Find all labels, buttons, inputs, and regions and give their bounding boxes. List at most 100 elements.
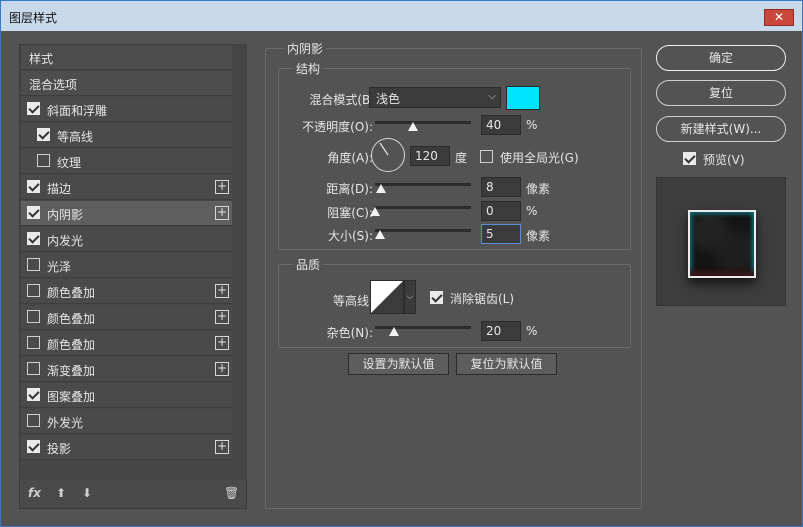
blend-mode-label: 混合模式(B):	[309, 93, 379, 107]
fx-icon[interactable]: fx	[28, 486, 41, 500]
style-list-item[interactable]: 颜色叠加 +	[21, 279, 233, 304]
style-list-item[interactable]: 描边 +	[21, 175, 233, 200]
structure-group: 结构 混合模式(B): 浅色 ⌵ 不透明度(O): 40 % 角度(A): 12…	[278, 60, 631, 250]
add-effect-icon[interactable]: +	[215, 284, 229, 298]
size-slider[interactable]	[375, 229, 471, 232]
effect-checkbox[interactable]	[37, 128, 50, 141]
style-list-item-label: 纹理	[57, 156, 82, 170]
move-down-icon[interactable]: ⬇	[82, 486, 92, 500]
reset-button[interactable]: 复位	[656, 80, 786, 106]
noise-slider-thumb[interactable]	[389, 327, 399, 336]
choke-unit: %	[526, 204, 538, 218]
angle-input[interactable]: 120	[410, 146, 450, 166]
style-list-item[interactable]: 等高线	[21, 123, 233, 148]
opacity-label: 不透明度(O):	[302, 120, 373, 134]
style-list-item-label: 描边	[47, 182, 72, 196]
opacity-unit: %	[526, 118, 538, 132]
anti-alias-checkbox[interactable]	[430, 291, 443, 304]
choke-label: 阻塞(C):	[327, 206, 373, 220]
trash-icon[interactable]: 🗑	[224, 486, 239, 500]
add-effect-icon[interactable]: +	[215, 206, 229, 220]
size-input[interactable]: 5	[481, 224, 521, 244]
close-button[interactable]: ✕	[764, 9, 794, 26]
add-effect-icon[interactable]: +	[215, 310, 229, 324]
style-list-item-label: 内阴影	[47, 208, 84, 222]
choke-slider[interactable]	[375, 206, 471, 209]
blend-mode-select[interactable]: 浅色 ⌵	[369, 87, 501, 108]
size-unit: 像素	[526, 229, 551, 243]
new-style-button[interactable]: 新建样式(W)...	[656, 116, 786, 142]
distance-input[interactable]: 8	[481, 177, 521, 197]
effect-checkbox[interactable]	[27, 440, 40, 453]
effect-checkbox[interactable]	[27, 414, 40, 427]
effect-checkbox[interactable]	[27, 258, 40, 271]
style-list-item[interactable]: 外发光	[21, 409, 233, 434]
styles-list-scrollbar[interactable]	[232, 44, 247, 480]
style-list-item-label: 颜色叠加	[47, 286, 96, 300]
global-light-checkbox[interactable]	[480, 150, 493, 163]
style-list-item[interactable]: 样式	[21, 45, 233, 70]
distance-label: 距离(D):	[326, 182, 373, 196]
angle-dial[interactable]	[371, 138, 405, 172]
structure-title: 结构	[293, 60, 324, 77]
style-list-item-label: 光泽	[47, 260, 72, 274]
style-list-item[interactable]: 颜色叠加 +	[21, 305, 233, 330]
style-list-item[interactable]: 内阴影 +	[21, 201, 233, 226]
style-list-item[interactable]: 纹理	[21, 149, 233, 174]
add-effect-icon[interactable]: +	[215, 180, 229, 194]
size-label: 大小(S):	[327, 229, 373, 243]
angle-unit: 度	[455, 151, 468, 165]
global-light-label: 使用全局光(G)	[500, 151, 579, 165]
contour-preview[interactable]	[370, 280, 404, 314]
effect-checkbox[interactable]	[27, 310, 40, 323]
reset-default-button[interactable]: 复位为默认值	[456, 353, 557, 375]
opacity-input[interactable]: 40	[481, 115, 521, 135]
anti-alias-label: 消除锯齿(L)	[450, 292, 515, 306]
shadow-color-swatch[interactable]	[506, 86, 540, 110]
close-icon: ✕	[773, 10, 785, 24]
style-list-item-label: 颜色叠加	[47, 338, 96, 352]
opacity-slider[interactable]	[375, 121, 471, 124]
style-list-item[interactable]: 投影 +	[21, 435, 233, 460]
style-preview	[656, 177, 786, 306]
distance-unit: 像素	[526, 182, 551, 196]
effect-checkbox[interactable]	[27, 362, 40, 375]
styles-list-footer: fx ⬆ ⬇ 🗑	[20, 480, 246, 508]
distance-slider-thumb[interactable]	[376, 184, 386, 193]
effect-checkbox[interactable]	[27, 388, 40, 401]
style-list-item[interactable]: 颜色叠加 +	[21, 331, 233, 356]
style-list-item[interactable]: 图案叠加	[21, 383, 233, 408]
contour-dropdown[interactable]: ⌵	[404, 280, 416, 314]
effect-checkbox[interactable]	[27, 336, 40, 349]
effect-checkbox[interactable]	[27, 180, 40, 193]
style-list-item-label: 内发光	[47, 234, 84, 248]
preview-edge-tint	[690, 266, 754, 276]
opacity-slider-thumb[interactable]	[408, 122, 418, 131]
effect-checkbox[interactable]	[27, 284, 40, 297]
style-list-item-label: 混合选项	[29, 78, 78, 92]
size-slider-thumb[interactable]	[375, 230, 385, 239]
set-default-button[interactable]: 设置为默认值	[348, 353, 449, 375]
add-effect-icon[interactable]: +	[215, 440, 229, 454]
style-list-item[interactable]: 斜面和浮雕	[21, 97, 233, 122]
preview-thumbnail	[688, 210, 756, 278]
add-effect-icon[interactable]: +	[215, 362, 229, 376]
move-up-icon[interactable]: ⬆	[56, 486, 66, 500]
style-list-item[interactable]: 混合选项	[21, 71, 233, 96]
effect-checkbox[interactable]	[27, 206, 40, 219]
distance-slider[interactable]	[375, 183, 471, 186]
choke-slider-thumb[interactable]	[370, 207, 380, 216]
effect-checkbox[interactable]	[27, 102, 40, 115]
style-list-item[interactable]: 渐变叠加 +	[21, 357, 233, 382]
ok-button[interactable]: 确定	[656, 45, 786, 71]
style-list-item-label: 等高线	[57, 130, 94, 144]
style-list-item[interactable]: 光泽	[21, 253, 233, 278]
contour-label: 等高线:	[332, 294, 373, 308]
choke-input[interactable]: 0	[481, 201, 521, 221]
effect-checkbox[interactable]	[27, 232, 40, 245]
effect-checkbox[interactable]	[37, 154, 50, 167]
preview-checkbox[interactable]	[683, 152, 696, 165]
style-list-item[interactable]: 内发光	[21, 227, 233, 252]
add-effect-icon[interactable]: +	[215, 336, 229, 350]
noise-input[interactable]: 20	[481, 321, 521, 341]
